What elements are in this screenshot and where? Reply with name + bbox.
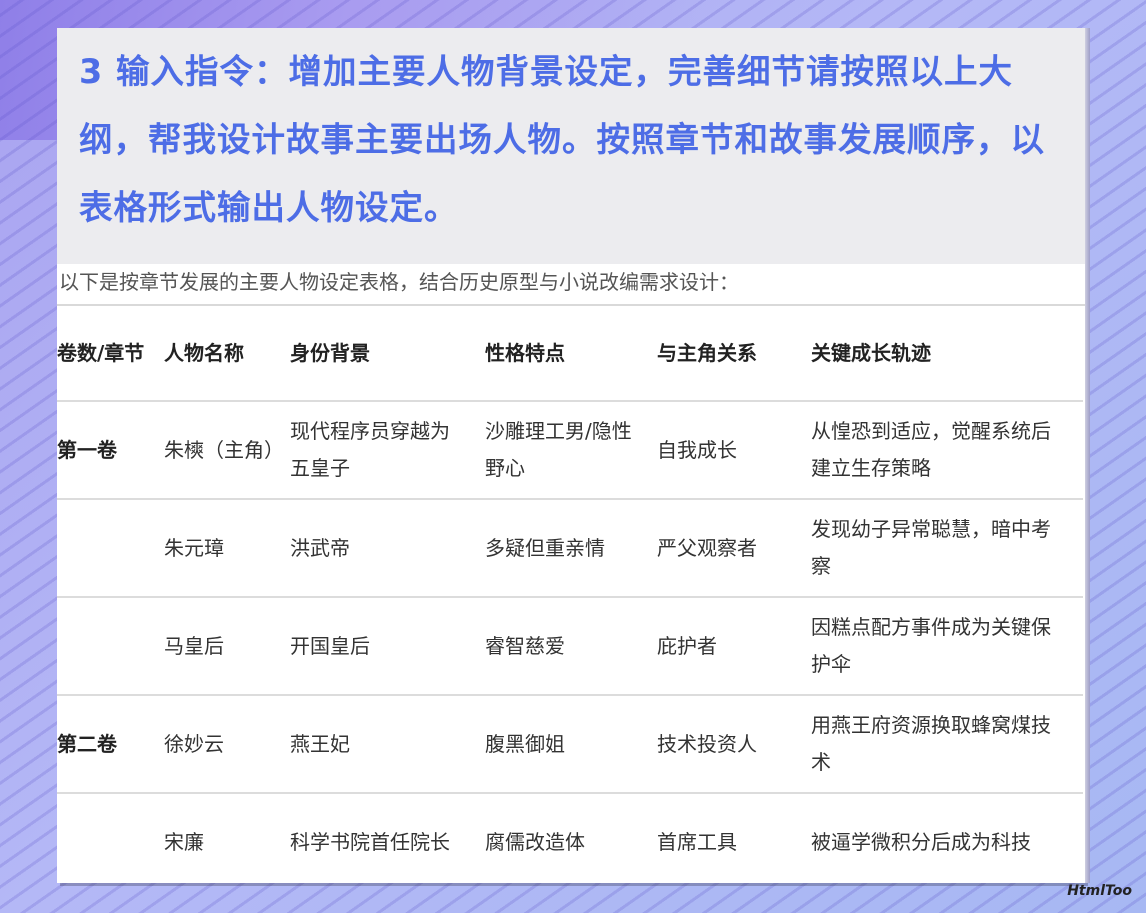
cell-name: 朱元璋 xyxy=(164,535,224,560)
cell-name: 朱樉（主角） xyxy=(164,437,284,462)
cell-growth: 被逼学微积分后成为科技 xyxy=(811,829,1031,854)
cell-personality: 沙雕理工男/隐性野心 xyxy=(485,419,632,480)
cell-volume: 第二卷 xyxy=(57,731,117,756)
cell-background: 燕王妃 xyxy=(290,731,350,756)
cell-personality: 腐儒改造体 xyxy=(485,829,585,854)
cell-relation: 技术投资人 xyxy=(657,731,757,756)
cell-relation: 庇护者 xyxy=(657,633,717,658)
cell-personality: 多疑但重亲情 xyxy=(485,535,605,560)
cell-volume: 第一卷 xyxy=(57,437,117,462)
header-background: 身份背景 xyxy=(290,340,370,365)
cell-personality: 睿智慈爱 xyxy=(485,633,565,658)
header-relation: 与主角关系 xyxy=(657,340,757,365)
header-name: 人物名称 xyxy=(164,340,244,365)
cell-name: 马皇后 xyxy=(164,633,224,658)
cell-background: 洪武帝 xyxy=(290,535,350,560)
table-header-row: 卷数/章节 人物名称 身份背景 性格特点 与主角关系 关键成长轨迹 xyxy=(57,306,1083,402)
table-row: 第一卷 朱樉（主角） 现代程序员穿越为五皇子 沙雕理工男/隐性野心 自我成长 从… xyxy=(57,402,1083,500)
table-row: 第二卷 徐妙云 燕王妃 腹黑御姐 技术投资人 用燕王府资源换取蜂窝煤技术 xyxy=(57,696,1083,794)
cell-growth: 用燕王府资源换取蜂窝煤技术 xyxy=(811,713,1051,774)
cell-personality: 腹黑御姐 xyxy=(485,731,565,756)
cell-relation: 自我成长 xyxy=(657,437,737,462)
header-personality: 性格特点 xyxy=(485,340,565,365)
cell-name: 徐妙云 xyxy=(164,731,224,756)
cell-relation: 首席工具 xyxy=(657,829,737,854)
cell-growth: 从惶恐到适应，觉醒系统后建立生存策略 xyxy=(811,419,1051,480)
cell-name: 宋廉 xyxy=(164,829,204,854)
cell-relation: 严父观察者 xyxy=(657,535,757,560)
cell-growth: 因糕点配方事件成为关键保护伞 xyxy=(811,615,1051,676)
table-row: 宋廉 科学书院首任院长 腐儒改造体 首席工具 被逼学微积分后成为科技 xyxy=(57,794,1083,883)
panel-edge xyxy=(1085,28,1090,883)
table-row: 马皇后 开国皇后 睿智慈爱 庇护者 因糕点配方事件成为关键保护伞 xyxy=(57,598,1083,696)
screenshot-panel: 3 输入指令：增加主要人物背景设定，完善细节请按照以上大纲，帮我设计故事主要出场… xyxy=(57,28,1085,883)
intro-text: 以下是按章节发展的主要人物设定表格，结合历史原型与小说改编需求设计： xyxy=(59,258,1079,298)
table-row: 朱元璋 洪武帝 多疑但重亲情 严父观察者 发现幼子异常聪慧，暗中考察 xyxy=(57,500,1083,598)
watermark-logo: HtmlToo xyxy=(1067,883,1132,899)
instruction-banner: 3 输入指令：增加主要人物背景设定，完善细节请按照以上大纲，帮我设计故事主要出场… xyxy=(57,28,1085,264)
cell-background: 现代程序员穿越为五皇子 xyxy=(290,419,450,480)
character-table: 卷数/章节 人物名称 身份背景 性格特点 与主角关系 关键成长轨迹 第一卷 朱樉… xyxy=(57,306,1083,883)
header-growth: 关键成长轨迹 xyxy=(811,340,931,365)
cell-growth: 发现幼子异常聪慧，暗中考察 xyxy=(811,517,1051,578)
cell-background: 科学书院首任院长 xyxy=(290,829,450,854)
header-volume: 卷数/章节 xyxy=(57,340,145,365)
intro-label: 以下是按章节发展的主要人物设定表格，结合历史原型与小说改编需求设计： xyxy=(59,270,739,294)
cell-background: 开国皇后 xyxy=(290,633,370,658)
